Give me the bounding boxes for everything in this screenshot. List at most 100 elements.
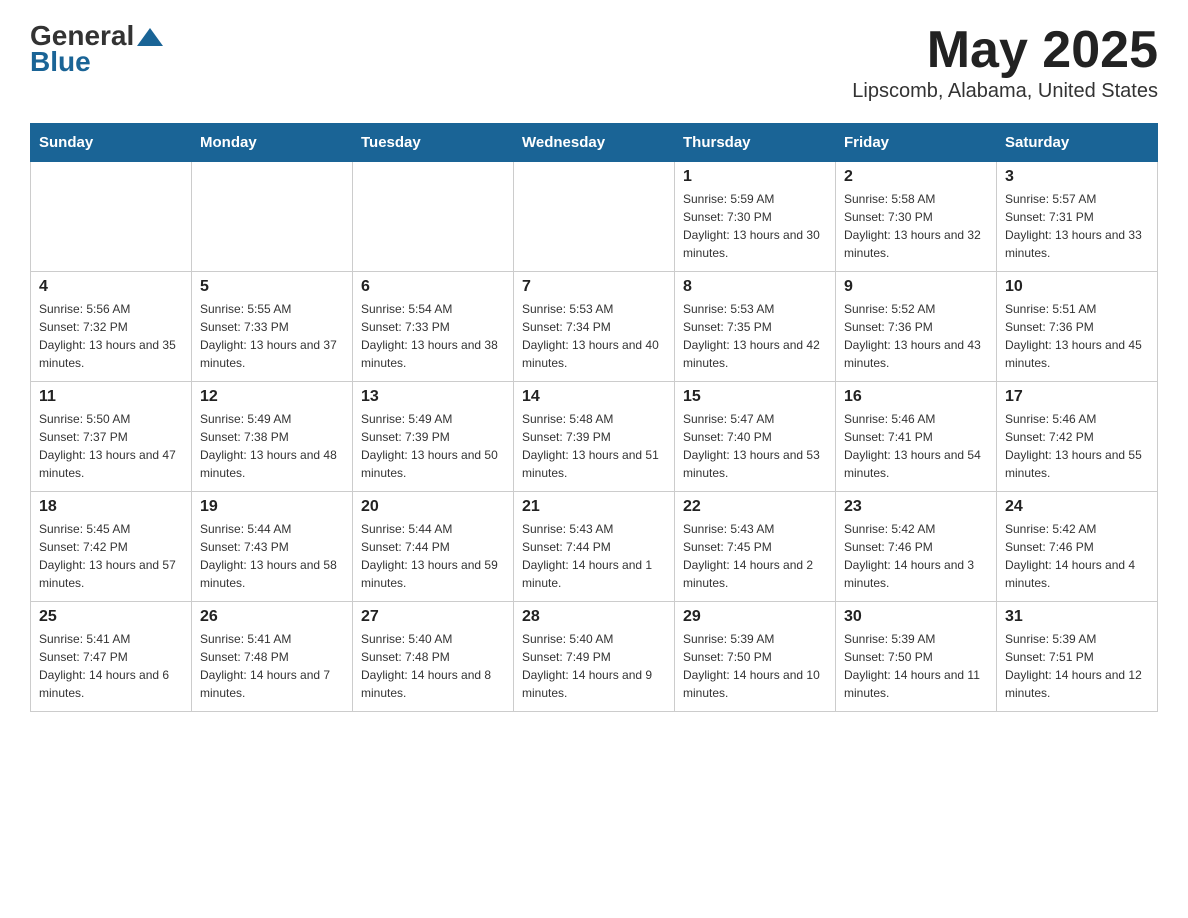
day-number: 2 [844,168,988,186]
calendar-cell: 26 Sunrise: 5:41 AM Sunset: 7:48 PM Dayli… [192,602,353,712]
day-info: Sunrise: 5:41 AM Sunset: 7:47 PM Dayligh… [39,630,183,702]
day-number: 30 [844,608,988,626]
day-number: 27 [361,608,505,626]
calendar-cell: 14 Sunrise: 5:48 AM Sunset: 7:39 PM Dayli… [514,382,675,492]
calendar-cell: 17Sunrise: 5:46 AM Sunset: 7:42 PM Dayli… [997,382,1158,492]
week-row-4: 18 Sunrise: 5:45 AM Sunset: 7:42 PM Dayli… [31,492,1158,602]
header-monday: Monday [192,124,353,162]
calendar-cell: 22Sunrise: 5:43 AM Sunset: 7:45 PM Dayli… [675,492,836,602]
calendar-cell: 13 Sunrise: 5:49 AM Sunset: 7:39 PM Dayli… [353,382,514,492]
day-info: Sunrise: 5:45 AM Sunset: 7:42 PM Dayligh… [39,520,183,592]
day-number: 8 [683,278,827,296]
logo: General Blue [30,20,163,78]
day-number: 1 [683,168,827,186]
day-number: 13 [361,388,505,406]
calendar-cell: 10 Sunrise: 5:51 AM Sunset: 7:36 PM Dayli… [997,272,1158,382]
day-info: Sunrise: 5:42 AM Sunset: 7:46 PM Dayligh… [1005,520,1149,592]
day-info: Sunrise: 5:52 AM Sunset: 7:36 PM Dayligh… [844,300,988,372]
calendar-cell: 12 Sunrise: 5:49 AM Sunset: 7:38 PM Dayli… [192,382,353,492]
calendar-cell: 3Sunrise: 5:57 AM Sunset: 7:31 PM Daylig… [997,162,1158,272]
day-info: Sunrise: 5:43 AM Sunset: 7:45 PM Dayligh… [683,520,827,592]
day-info: Sunrise: 5:44 AM Sunset: 7:44 PM Dayligh… [361,520,505,592]
header-tuesday: Tuesday [353,124,514,162]
calendar-cell: 4 Sunrise: 5:56 AM Sunset: 7:32 PM Daylig… [31,272,192,382]
calendar-cell: 19 Sunrise: 5:44 AM Sunset: 7:43 PM Dayli… [192,492,353,602]
calendar-cell: 8Sunrise: 5:53 AM Sunset: 7:35 PM Daylig… [675,272,836,382]
header-friday: Friday [836,124,997,162]
header-sunday: Sunday [31,124,192,162]
week-row-2: 4 Sunrise: 5:56 AM Sunset: 7:32 PM Daylig… [31,272,1158,382]
day-info: Sunrise: 5:40 AM Sunset: 7:48 PM Dayligh… [361,630,505,702]
day-number: 21 [522,498,666,516]
day-number: 16 [844,388,988,406]
day-number: 6 [361,278,505,296]
header: General Blue May 2025 Lipscomb, Alabama,… [30,20,1158,103]
header-thursday: Thursday [675,124,836,162]
day-number: 23 [844,498,988,516]
week-row-3: 11Sunrise: 5:50 AM Sunset: 7:37 PM Dayli… [31,382,1158,492]
calendar-cell: 18 Sunrise: 5:45 AM Sunset: 7:42 PM Dayli… [31,492,192,602]
calendar-cell: 31 Sunrise: 5:39 AM Sunset: 7:51 PM Dayli… [997,602,1158,712]
day-info: Sunrise: 5:50 AM Sunset: 7:37 PM Dayligh… [39,410,183,482]
day-info: Sunrise: 5:49 AM Sunset: 7:39 PM Dayligh… [361,410,505,482]
day-number: 5 [200,278,344,296]
day-info: Sunrise: 5:53 AM Sunset: 7:34 PM Dayligh… [522,300,666,372]
calendar-cell: 30 Sunrise: 5:39 AM Sunset: 7:50 PM Dayli… [836,602,997,712]
calendar-cell: 27 Sunrise: 5:40 AM Sunset: 7:48 PM Dayli… [353,602,514,712]
day-number: 9 [844,278,988,296]
page-subtitle: Lipscomb, Alabama, United States [852,80,1158,103]
day-info: Sunrise: 5:54 AM Sunset: 7:33 PM Dayligh… [361,300,505,372]
calendar-cell: 11Sunrise: 5:50 AM Sunset: 7:37 PM Dayli… [31,382,192,492]
calendar-cell: 23 Sunrise: 5:42 AM Sunset: 7:46 PM Dayli… [836,492,997,602]
day-info: Sunrise: 5:47 AM Sunset: 7:40 PM Dayligh… [683,410,827,482]
week-row-1: 1 Sunrise: 5:59 AM Sunset: 7:30 PM Daylig… [31,162,1158,272]
day-info: Sunrise: 5:43 AM Sunset: 7:44 PM Dayligh… [522,520,666,592]
day-info: Sunrise: 5:55 AM Sunset: 7:33 PM Dayligh… [200,300,344,372]
day-number: 29 [683,608,827,626]
calendar-cell [192,162,353,272]
calendar-cell: 9 Sunrise: 5:52 AM Sunset: 7:36 PM Daylig… [836,272,997,382]
day-number: 10 [1005,278,1149,296]
day-info: Sunrise: 5:46 AM Sunset: 7:42 PM Dayligh… [1005,410,1149,482]
day-info: Sunrise: 5:44 AM Sunset: 7:43 PM Dayligh… [200,520,344,592]
day-number: 12 [200,388,344,406]
day-info: Sunrise: 5:49 AM Sunset: 7:38 PM Dayligh… [200,410,344,482]
calendar-cell: 28 Sunrise: 5:40 AM Sunset: 7:49 PM Dayli… [514,602,675,712]
day-info: Sunrise: 5:42 AM Sunset: 7:46 PM Dayligh… [844,520,988,592]
calendar-cell: 20 Sunrise: 5:44 AM Sunset: 7:44 PM Dayli… [353,492,514,602]
calendar-cell: 6 Sunrise: 5:54 AM Sunset: 7:33 PM Daylig… [353,272,514,382]
day-info: Sunrise: 5:40 AM Sunset: 7:49 PM Dayligh… [522,630,666,702]
calendar-cell [31,162,192,272]
calendar-cell: 25 Sunrise: 5:41 AM Sunset: 7:47 PM Dayli… [31,602,192,712]
day-number: 18 [39,498,183,516]
day-number: 25 [39,608,183,626]
calendar-cell: 1 Sunrise: 5:59 AM Sunset: 7:30 PM Daylig… [675,162,836,272]
day-number: 31 [1005,608,1149,626]
day-number: 4 [39,278,183,296]
page-title: May 2025 [852,20,1158,80]
day-info: Sunrise: 5:58 AM Sunset: 7:30 PM Dayligh… [844,190,988,262]
day-number: 3 [1005,168,1149,186]
day-number: 14 [522,388,666,406]
title-area: May 2025 Lipscomb, Alabama, United State… [852,20,1158,103]
day-info: Sunrise: 5:56 AM Sunset: 7:32 PM Dayligh… [39,300,183,372]
day-info: Sunrise: 5:39 AM Sunset: 7:50 PM Dayligh… [683,630,827,702]
day-number: 28 [522,608,666,626]
calendar-table: SundayMondayTuesdayWednesdayThursdayFrid… [30,123,1158,712]
header-saturday: Saturday [997,124,1158,162]
day-info: Sunrise: 5:39 AM Sunset: 7:50 PM Dayligh… [844,630,988,702]
day-info: Sunrise: 5:51 AM Sunset: 7:36 PM Dayligh… [1005,300,1149,372]
day-number: 20 [361,498,505,516]
day-number: 26 [200,608,344,626]
day-info: Sunrise: 5:59 AM Sunset: 7:30 PM Dayligh… [683,190,827,262]
day-info: Sunrise: 5:48 AM Sunset: 7:39 PM Dayligh… [522,410,666,482]
calendar-cell [514,162,675,272]
calendar-header-row: SundayMondayTuesdayWednesdayThursdayFrid… [31,124,1158,162]
day-info: Sunrise: 5:41 AM Sunset: 7:48 PM Dayligh… [200,630,344,702]
calendar-cell: 21 Sunrise: 5:43 AM Sunset: 7:44 PM Dayli… [514,492,675,602]
calendar-cell: 29 Sunrise: 5:39 AM Sunset: 7:50 PM Dayli… [675,602,836,712]
day-info: Sunrise: 5:46 AM Sunset: 7:41 PM Dayligh… [844,410,988,482]
day-number: 19 [200,498,344,516]
day-info: Sunrise: 5:39 AM Sunset: 7:51 PM Dayligh… [1005,630,1149,702]
day-number: 7 [522,278,666,296]
